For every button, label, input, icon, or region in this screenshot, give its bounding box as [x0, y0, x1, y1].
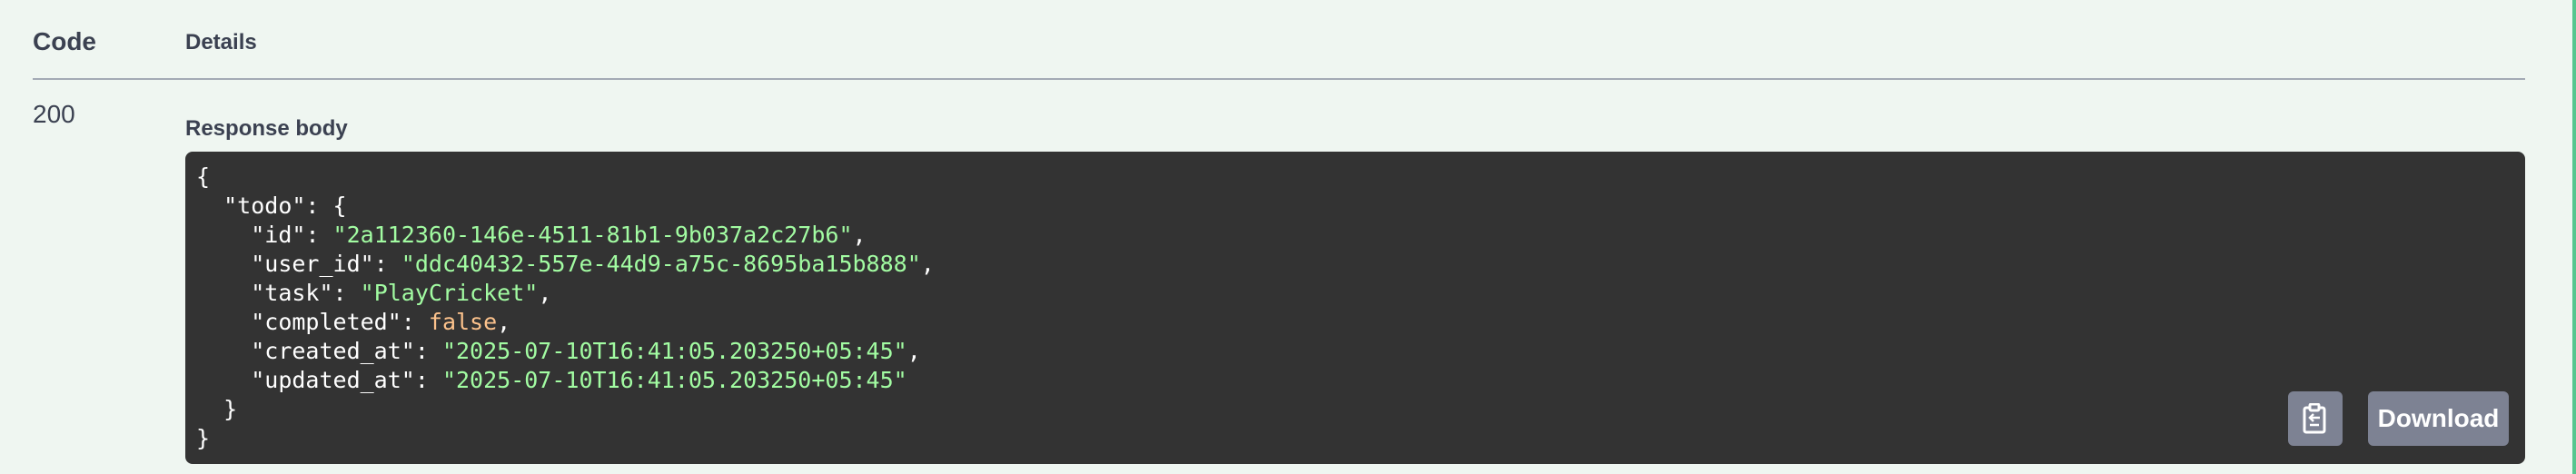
- json-line: "todo": {: [196, 192, 935, 221]
- code-column-header: Code: [33, 27, 96, 55]
- json-line: "completed": false,: [196, 308, 935, 337]
- response-body-json: { "todo": { "id": "2a112360-146e-4511-81…: [196, 163, 935, 453]
- response-body-code-block[interactable]: { "todo": { "id": "2a112360-146e-4511-81…: [185, 152, 2525, 464]
- json-value: "2a112360-146e-4511-81b1-9b037a2c27b6": [332, 222, 853, 248]
- json-punctuation: ,: [852, 222, 867, 248]
- copy-to-clipboard-button[interactable]: [2288, 391, 2343, 446]
- json-punctuation: ,: [920, 251, 935, 277]
- json-punctuation: ,: [538, 280, 552, 306]
- json-punctuation: : {: [305, 193, 347, 219]
- json-key: "user_id": [251, 251, 374, 277]
- json-value: "PlayCricket": [360, 280, 539, 306]
- json-value: "ddc40432-557e-44d9-a75c-8695ba15b888": [401, 251, 921, 277]
- json-line: "task": "PlayCricket",: [196, 279, 935, 308]
- clipboard-copy-icon: [2303, 403, 2326, 434]
- response-body-label: Response body: [185, 116, 348, 141]
- json-line: "id": "2a112360-146e-4511-81b1-9b037a2c2…: [196, 221, 935, 250]
- json-key: "completed": [251, 309, 401, 335]
- json-value: false: [428, 309, 498, 335]
- json-line: }: [196, 395, 935, 424]
- json-value: "2025-07-10T16:41:05.203250+05:45": [441, 367, 907, 393]
- json-key: "task": [251, 280, 333, 306]
- json-line: }: [196, 424, 935, 453]
- json-key: "updated_at": [251, 367, 415, 393]
- json-value: "2025-07-10T16:41:05.203250+05:45": [441, 338, 907, 364]
- json-line: "created_at": "2025-07-10T16:41:05.20325…: [196, 337, 935, 366]
- responses-table-header: Code Details: [33, 0, 2525, 80]
- panel-accent-border: [2572, 0, 2576, 474]
- json-line: {: [196, 163, 935, 192]
- json-key: "id": [251, 222, 306, 248]
- json-punctuation: ,: [907, 338, 921, 364]
- json-punctuation: }: [196, 425, 211, 451]
- download-button[interactable]: Download: [2368, 391, 2509, 446]
- json-line: "user_id": "ddc40432-557e-44d9-a75c-8695…: [196, 250, 935, 279]
- json-key: "todo": [223, 193, 306, 219]
- json-key: "created_at": [251, 338, 415, 364]
- json-line: "updated_at": "2025-07-10T16:41:05.20325…: [196, 366, 935, 395]
- json-punctuation: }: [223, 396, 238, 422]
- response-status-code: 200: [33, 100, 75, 128]
- json-punctuation: {: [196, 163, 211, 190]
- json-punctuation: ,: [497, 309, 511, 335]
- details-column-header: Details: [185, 30, 257, 54]
